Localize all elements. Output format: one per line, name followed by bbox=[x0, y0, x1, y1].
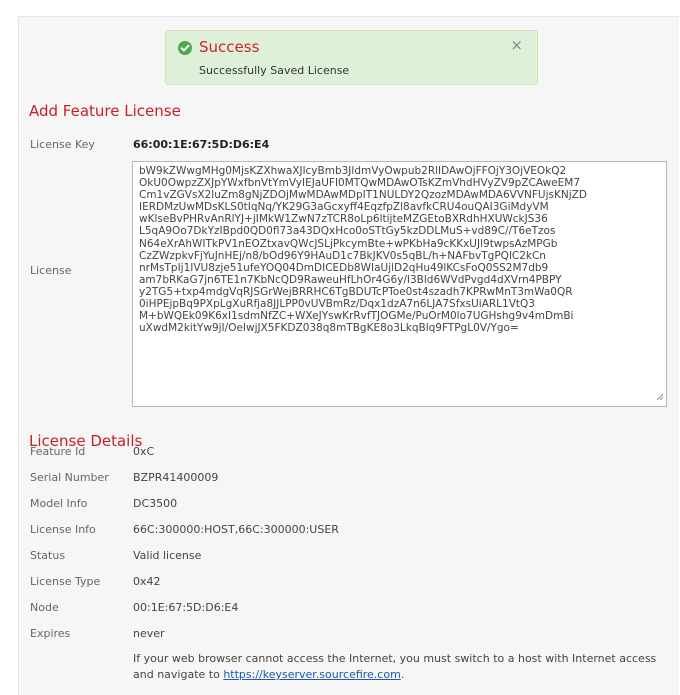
license-text-line: L5qA9Oo7DkYzIBpd0QD0fl73a43DQxHco0oSTtGy… bbox=[139, 225, 556, 238]
resize-grip-icon[interactable] bbox=[655, 392, 664, 404]
detail-value: BZPR41400009 bbox=[133, 471, 219, 484]
detail-label: Status bbox=[30, 549, 66, 562]
license-text-line: CzZWzpkvFjYuJnHEj/n8/bOd96Y9HAuD1c7BkJKV… bbox=[139, 249, 546, 262]
detail-value: 66C:300000:HOST,66C:300000:USER bbox=[133, 523, 339, 536]
add-feature-license-heading: Add Feature License bbox=[29, 102, 181, 120]
detail-value: 00:1E:67:5D:D6:E4 bbox=[133, 601, 239, 614]
detail-value: 0xC bbox=[133, 445, 155, 458]
detail-value: 0x42 bbox=[133, 575, 161, 588]
alert-message: Successfully Saved License bbox=[199, 64, 350, 77]
license-text-line: y2TG5+txp4mdgVqRJSGrWejBRRHC6TgBDUTcPToe… bbox=[139, 285, 573, 298]
detail-label: License Info bbox=[30, 523, 96, 536]
check-circle-icon bbox=[178, 41, 192, 55]
license-text-line: IERDMzUwMDsKLS0tIqNq/YK29G3aGcxyff4Eqzfp… bbox=[139, 201, 549, 214]
detail-label: Feature Id bbox=[30, 445, 86, 458]
detail-label: License Type bbox=[30, 575, 101, 588]
license-key-value: 66:00:1E:67:5D:D6:E4 bbox=[133, 138, 270, 151]
license-text-line: N64eXrAhWITkPV1nEOZtxavQWcJSLjPkcymBte+w… bbox=[139, 237, 558, 250]
alert-title: Success bbox=[199, 38, 260, 56]
keyserver-link[interactable]: https://keyserver.sourcefire.com bbox=[223, 668, 401, 681]
detail-value: never bbox=[133, 627, 165, 640]
license-text-line: OkU0OwpzZXJpYWxfbnVtYmVyIEJaUFI0MTQwMDAw… bbox=[139, 177, 581, 190]
license-text-line: M+bWQEk09K6xI1sdmNfZC+WXeJYswKrRvfTJOGMe… bbox=[139, 310, 574, 323]
license-text-line: uXwdM2kitYw9jI/OeIwjJX5FKDZ038q8mTBgKE8o… bbox=[139, 322, 519, 335]
offline-note: If your web browser cannot access the In… bbox=[133, 651, 668, 683]
license-text-line: nrMsTpIj1IVU8zje51ufeYOQ04DmDICEDb8WIaUj… bbox=[139, 261, 549, 274]
license-text-line: Cm1vZGVsX2luZm8gNjZDOjMwMDAwMDpIT1NULDY2… bbox=[139, 189, 587, 202]
close-icon[interactable]: × bbox=[510, 37, 523, 53]
license-text-line: 0iHPEjpBq9PXpLgXuRfja8JJLPP0vUVBmRz/Dqx1… bbox=[139, 298, 535, 311]
license-textarea[interactable]: bW9kZWwgMHg0MjsKZXhwaXJlcyBmb3JldmVyOwpu… bbox=[132, 161, 667, 407]
license-text-line: wKlseBvPHRvAnRlYJ+jIMkW1ZwN7zTCR8oLp6lti… bbox=[139, 213, 548, 226]
license-key-label: License Key bbox=[30, 138, 95, 151]
license-label: License bbox=[30, 264, 72, 277]
license-text-line: bW9kZWwgMHg0MjsKZXhwaXJlcyBmb3JldmVyOwpu… bbox=[139, 165, 567, 177]
note-end: . bbox=[400, 668, 405, 681]
success-alert: Success Successfully Saved License × bbox=[165, 30, 538, 85]
detail-label: Expires bbox=[30, 627, 71, 640]
detail-label: Node bbox=[30, 601, 59, 614]
detail-value: DC3500 bbox=[133, 497, 178, 510]
detail-label: Serial Number bbox=[30, 471, 109, 484]
detail-value: Valid license bbox=[133, 549, 202, 562]
license-text-line: am7bRKaG7jn6TE1n7KbNcQD9RaweuHfLhOr4G6y/… bbox=[139, 273, 562, 286]
detail-label: Model Info bbox=[30, 497, 88, 510]
